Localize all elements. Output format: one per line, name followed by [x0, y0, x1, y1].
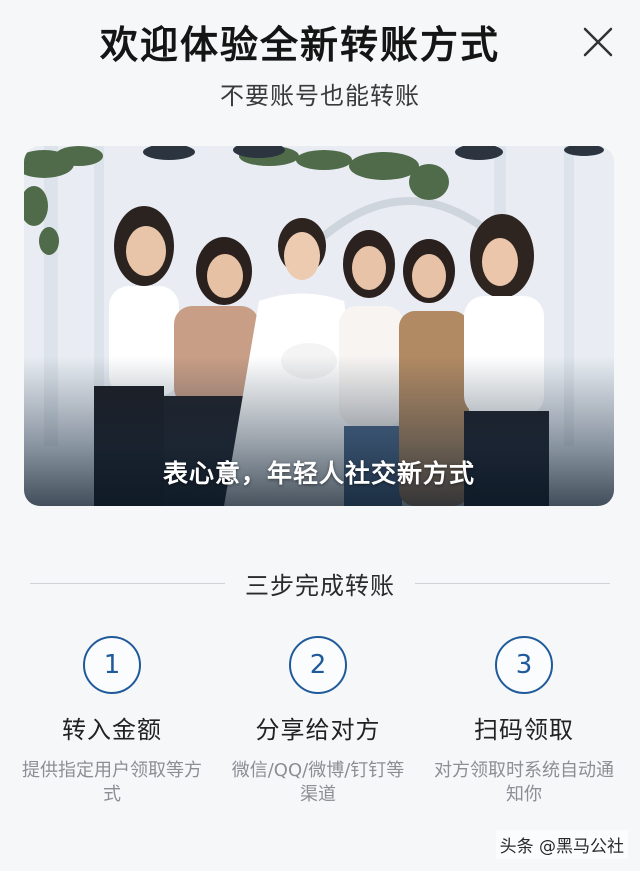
step-title: 转入金额	[62, 716, 162, 744]
watermark: 头条 @黑马公社	[495, 830, 628, 859]
close-button[interactable]	[580, 24, 616, 60]
section-divider: 三步完成转账	[30, 563, 610, 603]
steps-list: 1 转入金额 提供指定用户领取等方式 2 分享给对方 微信/QQ/微博/钉钉等渠…	[0, 636, 640, 806]
step-title: 分享给对方	[255, 716, 381, 744]
step-description: 对方领取时系统自动通知你	[434, 760, 614, 805]
divider-line-left	[30, 582, 225, 584]
step-description: 微信/QQ/微博/钉钉等渠道	[231, 760, 405, 805]
page-subtitle: 不要账号也能转账	[220, 82, 420, 110]
close-icon	[583, 27, 613, 57]
step-description: 提供指定用户领取等方式	[22, 760, 202, 805]
step-number-badge: 2	[289, 636, 347, 694]
section-heading: 三步完成转账	[245, 571, 395, 600]
step-number-badge: 1	[83, 636, 141, 694]
step-item: 2 分享给对方 微信/QQ/微博/钉钉等渠道	[218, 636, 418, 807]
banner-caption: 表心意，年轻人社交新方式	[162, 459, 475, 488]
banner: 表心意，年轻人社交新方式	[24, 146, 614, 506]
step-number-badge: 3	[495, 636, 553, 694]
step-item: 1 转入金额 提供指定用户领取等方式	[12, 636, 212, 807]
page-title: 欢迎体验全新转账方式	[99, 23, 500, 67]
divider-line-right	[415, 582, 610, 584]
step-item: 3 扫码领取 对方领取时系统自动通知你	[424, 636, 624, 807]
step-title: 扫码领取	[474, 716, 574, 744]
